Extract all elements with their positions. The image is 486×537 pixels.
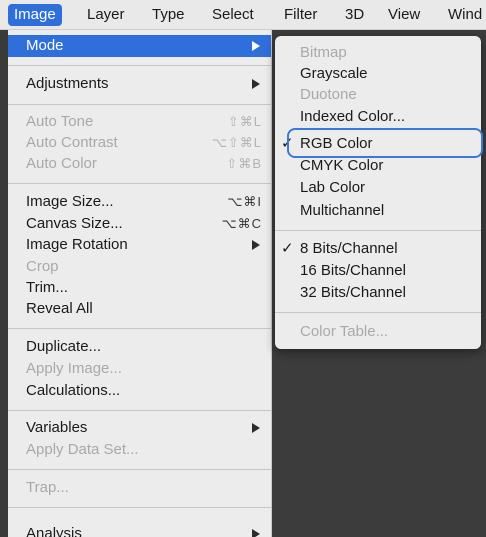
shortcut-label: ⌥⌘I [227, 194, 262, 209]
menu-filter[interactable]: Filter [278, 4, 323, 26]
menu-item-trim[interactable]: Trim... [8, 277, 271, 299]
submenu-item-bitmap[interactable]: Bitmap [275, 42, 481, 64]
submenu-item-color-table[interactable]: Color Table... [275, 321, 481, 343]
menu-view[interactable]: View [382, 4, 426, 26]
menu-separator [8, 65, 271, 66]
menu-3d[interactable]: 3D [339, 4, 370, 26]
menu-item-auto-contrast[interactable]: Auto Contrast ⌥⇧⌘L [8, 132, 271, 154]
menu-separator [8, 507, 271, 508]
submenu-item-cmyk-color[interactable]: CMYK Color [275, 155, 481, 177]
submenu-item-multichannel[interactable]: Multichannel [275, 200, 481, 222]
submenu-arrow-icon [252, 423, 260, 433]
menu-item-label: Image Rotation [26, 236, 128, 253]
submenu-item-16-bits[interactable]: 16 Bits/Channel [275, 260, 481, 282]
menu-separator [8, 469, 271, 470]
menu-item-label: Analysis [26, 525, 82, 537]
menu-separator [275, 312, 481, 313]
menu-item-crop[interactable]: Crop [8, 256, 271, 278]
submenu-item-label: RGB Color [300, 135, 373, 152]
submenu-arrow-icon [252, 79, 260, 89]
menu-item-trap[interactable]: Trap... [8, 477, 271, 499]
checkmark-icon: ✓ [281, 135, 294, 152]
menu-item-label: Mode [26, 37, 64, 54]
menu-item-label: Auto Contrast [26, 134, 118, 151]
submenu-item-rgb-color[interactable]: ✓ RGB Color [275, 133, 481, 155]
menu-type[interactable]: Type [146, 4, 191, 26]
menu-item-auto-color[interactable]: Auto Color ⇧⌘B [8, 153, 271, 175]
menu-layer[interactable]: Layer [81, 4, 131, 26]
shortcut-label: ⌥⇧⌘L [211, 135, 262, 150]
menu-item-adjustments[interactable]: Adjustments [8, 73, 271, 95]
mode-submenu: Bitmap Grayscale Duotone Indexed Color..… [275, 36, 481, 349]
menu-item-label: Canvas Size... [26, 215, 123, 232]
menu-item-apply-data-set[interactable]: Apply Data Set... [8, 439, 271, 461]
menu-select[interactable]: Select [206, 4, 260, 26]
submenu-arrow-icon [252, 41, 260, 51]
menu-separator [8, 183, 271, 184]
menu-item-label: Auto Color [26, 155, 97, 172]
menu-item-duplicate[interactable]: Duplicate... [8, 336, 271, 358]
menu-item-apply-image[interactable]: Apply Image... [8, 358, 271, 380]
menu-item-canvas-size[interactable]: Canvas Size... ⌥⌘C [8, 213, 271, 235]
menu-bar: Image Layer Type Select Filter 3D View W… [0, 0, 486, 30]
menu-separator [8, 104, 271, 105]
menu-separator [8, 328, 271, 329]
submenu-arrow-icon [252, 240, 260, 250]
submenu-item-grayscale[interactable]: Grayscale [275, 63, 481, 85]
shortcut-label: ⇧⌘B [226, 156, 262, 171]
menu-separator [8, 410, 271, 411]
menu-item-image-rotation[interactable]: Image Rotation [8, 234, 271, 256]
menu-item-reveal-all[interactable]: Reveal All [8, 298, 271, 320]
menu-window[interactable]: Wind [442, 4, 486, 26]
submenu-item-duotone[interactable]: Duotone [275, 84, 481, 106]
menu-item-label: Variables [26, 419, 88, 436]
submenu-item-indexed-color[interactable]: Indexed Color... [275, 106, 481, 128]
checkmark-icon: ✓ [281, 240, 294, 257]
menu-item-calculations[interactable]: Calculations... [8, 380, 271, 402]
submenu-item-lab-color[interactable]: Lab Color [275, 177, 481, 199]
menu-item-label: Image Size... [26, 193, 114, 210]
submenu-item-label: 8 Bits/Channel [300, 240, 398, 257]
menu-item-mode[interactable]: Mode [8, 35, 271, 57]
menu-item-label: Auto Tone [26, 113, 94, 130]
menu-item-analysis[interactable]: Analysis [8, 523, 271, 537]
menu-separator [275, 230, 481, 231]
submenu-item-8-bits[interactable]: ✓ 8 Bits/Channel [275, 238, 481, 260]
menu-item-label: Adjustments [26, 75, 109, 92]
menu-image[interactable]: Image [8, 4, 62, 26]
submenu-item-32-bits[interactable]: 32 Bits/Channel [275, 282, 481, 304]
menu-item-image-size[interactable]: Image Size... ⌥⌘I [8, 191, 271, 213]
submenu-arrow-icon [252, 529, 260, 537]
menu-item-auto-tone[interactable]: Auto Tone ⇧⌘L [8, 111, 271, 133]
shortcut-label: ⇧⌘L [227, 114, 262, 129]
shortcut-label: ⌥⌘C [221, 216, 262, 231]
image-menu: Mode Adjustments Auto Tone ⇧⌘L Auto Cont… [8, 30, 272, 537]
menu-item-variables[interactable]: Variables [8, 417, 271, 439]
